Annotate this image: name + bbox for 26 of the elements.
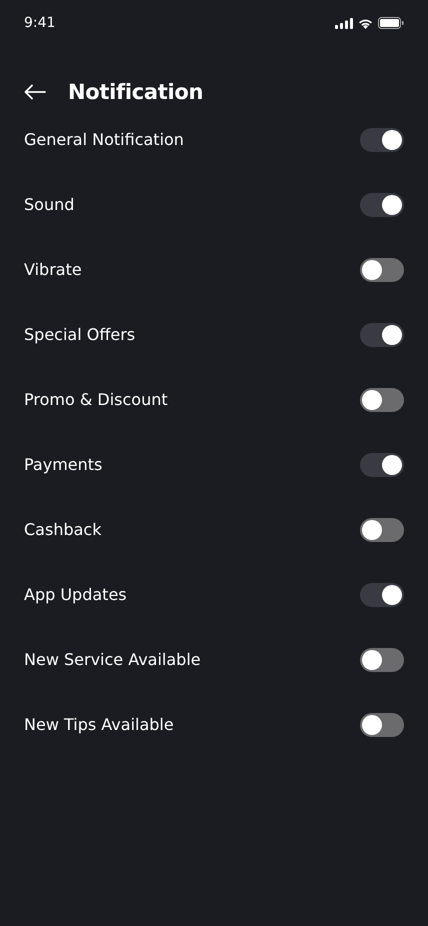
toggle-switch[interactable]	[360, 322, 404, 346]
toggle-switch[interactable]	[360, 582, 404, 606]
toggle-switch[interactable]	[360, 648, 404, 672]
back-arrow-icon[interactable]	[24, 84, 46, 100]
setting-label: New Tips Available	[24, 715, 174, 734]
toggle-switch[interactable]	[360, 452, 404, 476]
toggle-switch[interactable]	[360, 518, 404, 542]
setting-label: Cashback	[24, 520, 102, 539]
wifi-icon	[358, 18, 373, 28]
toggle-switch[interactable]	[360, 258, 404, 282]
setting-label: App Updates	[24, 585, 127, 604]
setting-label: Special Offers	[24, 325, 136, 344]
screen-title: Notification	[68, 80, 204, 104]
setting-label: Sound	[24, 195, 74, 214]
toggle-switch[interactable]	[360, 388, 404, 412]
setting-label: New Service Available	[24, 650, 201, 669]
toggle-switch[interactable]	[360, 712, 404, 736]
status-time: 9:41	[24, 15, 56, 31]
toggle-switch[interactable]	[360, 128, 404, 152]
setting-label: General Notification	[24, 130, 184, 149]
signal-icon	[335, 18, 353, 28]
setting-label: Vibrate	[24, 260, 82, 279]
toggle-switch[interactable]	[360, 192, 404, 216]
setting-label: Promo & Discount	[24, 390, 168, 409]
battery-icon	[378, 17, 404, 29]
setting-label: Payments	[24, 455, 102, 474]
